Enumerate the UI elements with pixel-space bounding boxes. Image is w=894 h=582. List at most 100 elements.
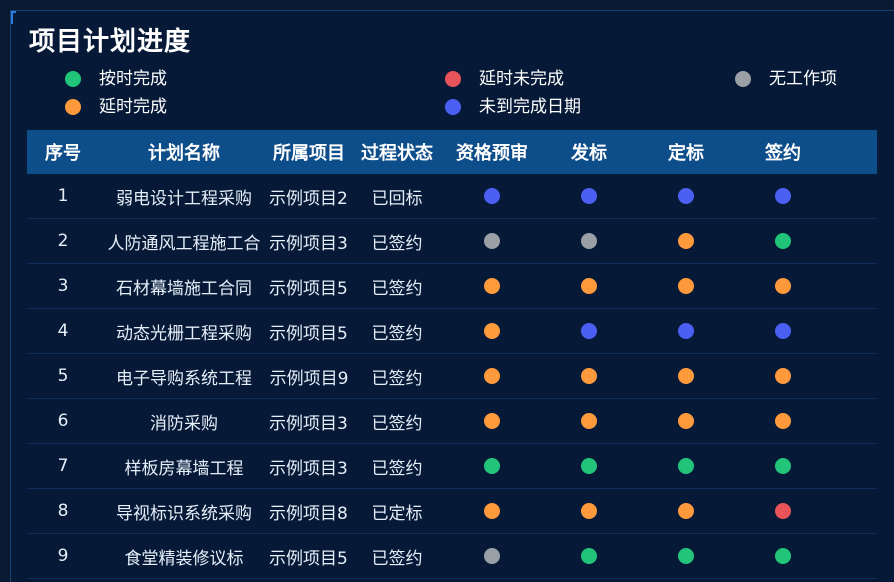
- legend-item-on-time: 按时完成: [65, 67, 167, 91]
- status-dot-icon: [775, 503, 791, 519]
- status-dot-icon: [484, 368, 500, 384]
- cell-contract: [733, 501, 833, 521]
- cell-project: 示例项目31: [269, 413, 349, 434]
- status-dot-icon: [581, 233, 597, 249]
- legend-item-no-work: 无工作项: [735, 67, 837, 91]
- cell-award: [639, 276, 733, 296]
- cell-bidding: [539, 231, 639, 251]
- cell-index: 5: [57, 366, 69, 386]
- cell-index: 1: [57, 186, 69, 206]
- status-dot-icon: [775, 368, 791, 384]
- cell-contract: [733, 456, 833, 476]
- table-row[interactable]: 7 样板房幕墙工程 示例项目38 已签约: [27, 444, 877, 489]
- cell-bidding: [539, 276, 639, 296]
- table-row[interactable]: 8 导视标识系统采购 示例项目89 已定标: [27, 489, 877, 534]
- status-dot-icon: [581, 188, 597, 204]
- cell-award: [639, 366, 733, 386]
- legend-dot-delayed-undone-icon: [445, 71, 461, 87]
- table-row[interactable]: 3 石材幕墙施工合同 示例项目52 已签约: [27, 264, 877, 309]
- cell-prequalification: [445, 366, 539, 386]
- cell-bidding: [539, 321, 639, 341]
- status-dot-icon: [775, 548, 791, 564]
- table-row[interactable]: 2 人防通风工程施工合 示例项目30 已签约: [27, 219, 877, 264]
- cell-index: 4: [57, 321, 69, 341]
- cell-contract: [733, 546, 833, 566]
- cell-plan-name: 石材幕墙施工合同: [116, 278, 252, 299]
- table-row[interactable]: 1 弱电设计工程采购 示例项目23 已回标: [27, 174, 877, 219]
- legend-item-not-due: 未到完成日期: [445, 95, 581, 119]
- cell-project: 示例项目23: [269, 188, 349, 209]
- legend-label: 延时完成: [99, 97, 167, 117]
- cell-project: 示例项目30: [269, 233, 349, 254]
- cell-process-state: 已定标: [371, 503, 423, 524]
- legend-label: 延时未完成: [479, 69, 564, 89]
- status-dot-icon: [775, 278, 791, 294]
- cell-process-state: 已签约: [371, 323, 423, 344]
- status-dot-icon: [484, 233, 500, 249]
- project-progress-panel: 项目计划进度 按时完成 延时完成 延时未完成 未到完成日期 无工作项 序号 计划…: [10, 10, 894, 582]
- status-dot-icon: [775, 458, 791, 474]
- cell-award: [639, 546, 733, 566]
- header-index: 序号: [45, 143, 81, 164]
- cell-contract: [733, 366, 833, 386]
- cell-prequalification: [445, 501, 539, 521]
- cell-bidding: [539, 366, 639, 386]
- cell-award: [639, 186, 733, 206]
- cell-contract: [733, 276, 833, 296]
- cell-prequalification: [445, 276, 539, 296]
- legend-dot-on-time-icon: [65, 71, 81, 87]
- legend-label: 未到完成日期: [479, 97, 581, 117]
- cell-process-state: 已签约: [371, 458, 423, 479]
- header-contract: 签约: [765, 143, 801, 164]
- cell-bidding: [539, 411, 639, 431]
- cell-prequalification: [445, 186, 539, 206]
- cell-project: 示例项目89: [269, 503, 349, 524]
- status-dot-icon: [775, 413, 791, 429]
- status-dot-icon: [484, 413, 500, 429]
- header-project: 所属项目: [273, 143, 345, 164]
- cell-project: 示例项目38: [269, 458, 349, 479]
- cell-award: [639, 456, 733, 476]
- legend-dot-delayed-done-icon: [65, 99, 81, 115]
- cell-process-state: 已签约: [371, 278, 423, 299]
- cell-contract: [733, 411, 833, 431]
- cell-index: 9: [57, 546, 69, 566]
- header-process-state: 过程状态: [361, 143, 433, 164]
- cell-award: [639, 411, 733, 431]
- cell-bidding: [539, 501, 639, 521]
- table-row[interactable]: 6 消防采购 示例项目31 已签约: [27, 399, 877, 444]
- cell-process-state: 已回标: [371, 188, 423, 209]
- status-dot-icon: [581, 413, 597, 429]
- table-header-row: 序号 计划名称 所属项目 过程状态 资格预审 发标 定标 签约: [27, 130, 877, 174]
- status-dot-icon: [678, 458, 694, 474]
- cell-prequalification: [445, 411, 539, 431]
- panel-corner-accent: [11, 11, 16, 24]
- cell-process-state: 已签约: [371, 413, 423, 434]
- table-row[interactable]: 9 食堂精装修议标 示例项目55 已签约: [27, 534, 877, 579]
- status-dot-icon: [581, 278, 597, 294]
- cell-project: 示例项目55: [269, 548, 349, 569]
- legend-item-delayed-done: 延时完成: [65, 95, 167, 119]
- header-prequalification: 资格预审: [456, 143, 528, 164]
- legend-dot-no-work-icon: [735, 71, 751, 87]
- cell-project: 示例项目9: [269, 368, 349, 389]
- panel-title: 项目计划进度: [29, 27, 192, 57]
- status-dot-icon: [678, 233, 694, 249]
- cell-project: 示例项目59: [269, 323, 349, 344]
- cell-bidding: [539, 546, 639, 566]
- header-plan-name: 计划名称: [148, 143, 220, 164]
- cell-plan-name: 样板房幕墙工程: [124, 458, 244, 479]
- cell-contract: [733, 186, 833, 206]
- status-dot-icon: [581, 548, 597, 564]
- status-dot-icon: [484, 323, 500, 339]
- table-row[interactable]: 4 动态光栅工程采购 示例项目59 已签约: [27, 309, 877, 354]
- cell-process-state: 已签约: [371, 233, 423, 254]
- cell-plan-name: 导视标识系统采购: [116, 503, 252, 524]
- cell-prequalification: [445, 456, 539, 476]
- cell-award: [639, 501, 733, 521]
- table-row[interactable]: 5 电子导购系统工程 示例项目9 已签约: [27, 354, 877, 399]
- status-dot-icon: [775, 323, 791, 339]
- cell-index: 2: [57, 231, 69, 251]
- cell-prequalification: [445, 321, 539, 341]
- cell-plan-name: 人防通风工程施工合: [107, 233, 261, 254]
